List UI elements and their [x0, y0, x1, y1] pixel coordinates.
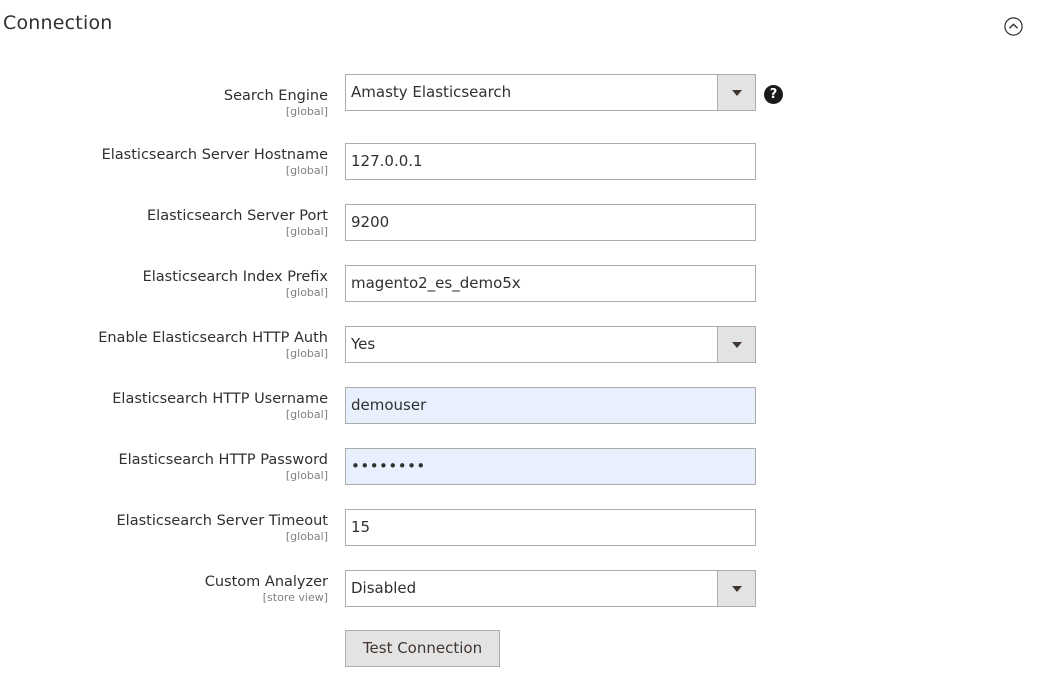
field-label-group: Elasticsearch Server Timeout [global]	[117, 511, 328, 543]
hostname-label: Elasticsearch Server Hostname	[101, 147, 328, 163]
chevron-down-icon	[732, 342, 742, 348]
server-timeout-input[interactable]: 15	[345, 509, 756, 546]
help-icon[interactable]: ?	[764, 85, 783, 104]
http-username-input[interactable]: demouser	[345, 387, 756, 424]
server-timeout-label: Elasticsearch Server Timeout	[116, 513, 328, 529]
http-password-label: Elasticsearch HTTP Password	[118, 452, 328, 468]
field-label-group: Elasticsearch Server Hostname [global]	[102, 145, 328, 177]
port-input[interactable]: 9200	[345, 204, 756, 241]
dropdown-toggle[interactable]	[717, 75, 755, 110]
hostname-input[interactable]: 127.0.0.1	[345, 143, 756, 180]
scope-label: [global]	[285, 164, 328, 177]
custom-analyzer-label: Custom Analyzer	[204, 574, 328, 590]
collapse-section-icon[interactable]	[1004, 17, 1023, 36]
section-title: Connection	[3, 12, 113, 34]
chevron-down-icon	[732, 586, 742, 592]
scope-label: [store view]	[262, 591, 328, 604]
index-prefix-label: Elasticsearch Index Prefix	[142, 269, 328, 285]
select-value: Disabled	[351, 579, 417, 597]
http-username-label: Elasticsearch HTTP Username	[112, 391, 328, 407]
scope-label: [global]	[285, 286, 328, 299]
http-auth-select[interactable]: Yes	[345, 326, 756, 363]
scope-label: [global]	[285, 530, 328, 543]
scope-label: [global]	[285, 105, 328, 118]
input-value: ••••••••	[351, 457, 426, 475]
field-label-group: Enable Elasticsearch HTTP Auth [global]	[98, 328, 328, 360]
dropdown-toggle[interactable]	[717, 571, 755, 606]
chevron-down-icon	[732, 90, 742, 96]
field-label-group: Elasticsearch HTTP Password [global]	[118, 450, 328, 482]
search-engine-label: Search Engine	[223, 88, 328, 104]
custom-analyzer-select[interactable]: Disabled	[345, 570, 756, 607]
search-engine-select[interactable]: Amasty Elasticsearch	[345, 74, 756, 111]
scope-label: [global]	[285, 347, 328, 360]
scope-label: [global]	[285, 408, 328, 421]
input-value: 9200	[351, 213, 390, 231]
input-value: magento2_es_demo5x	[351, 274, 521, 292]
index-prefix-input[interactable]: magento2_es_demo5x	[345, 265, 756, 302]
field-label-group: Elasticsearch HTTP Username [global]	[112, 389, 328, 421]
field-label-group: Custom Analyzer [store view]	[205, 572, 328, 604]
select-value: Yes	[351, 335, 376, 353]
http-auth-label: Enable Elasticsearch HTTP Auth	[98, 330, 328, 346]
scope-label: [global]	[285, 225, 328, 238]
input-value: demouser	[351, 396, 427, 414]
dropdown-toggle[interactable]	[717, 327, 755, 362]
field-label-group: Elasticsearch Server Port [global]	[147, 206, 328, 238]
select-value: Amasty Elasticsearch	[351, 83, 512, 101]
port-label: Elasticsearch Server Port	[147, 208, 328, 224]
scope-label: [global]	[285, 469, 328, 482]
field-label-group: Elasticsearch Index Prefix [global]	[143, 267, 328, 299]
test-connection-button[interactable]: Test Connection	[345, 630, 500, 667]
input-value: 127.0.0.1	[351, 152, 423, 170]
field-label-group: Search Engine [global]	[224, 86, 328, 118]
http-password-input[interactable]: ••••••••	[345, 448, 756, 485]
input-value: 15	[351, 518, 371, 536]
